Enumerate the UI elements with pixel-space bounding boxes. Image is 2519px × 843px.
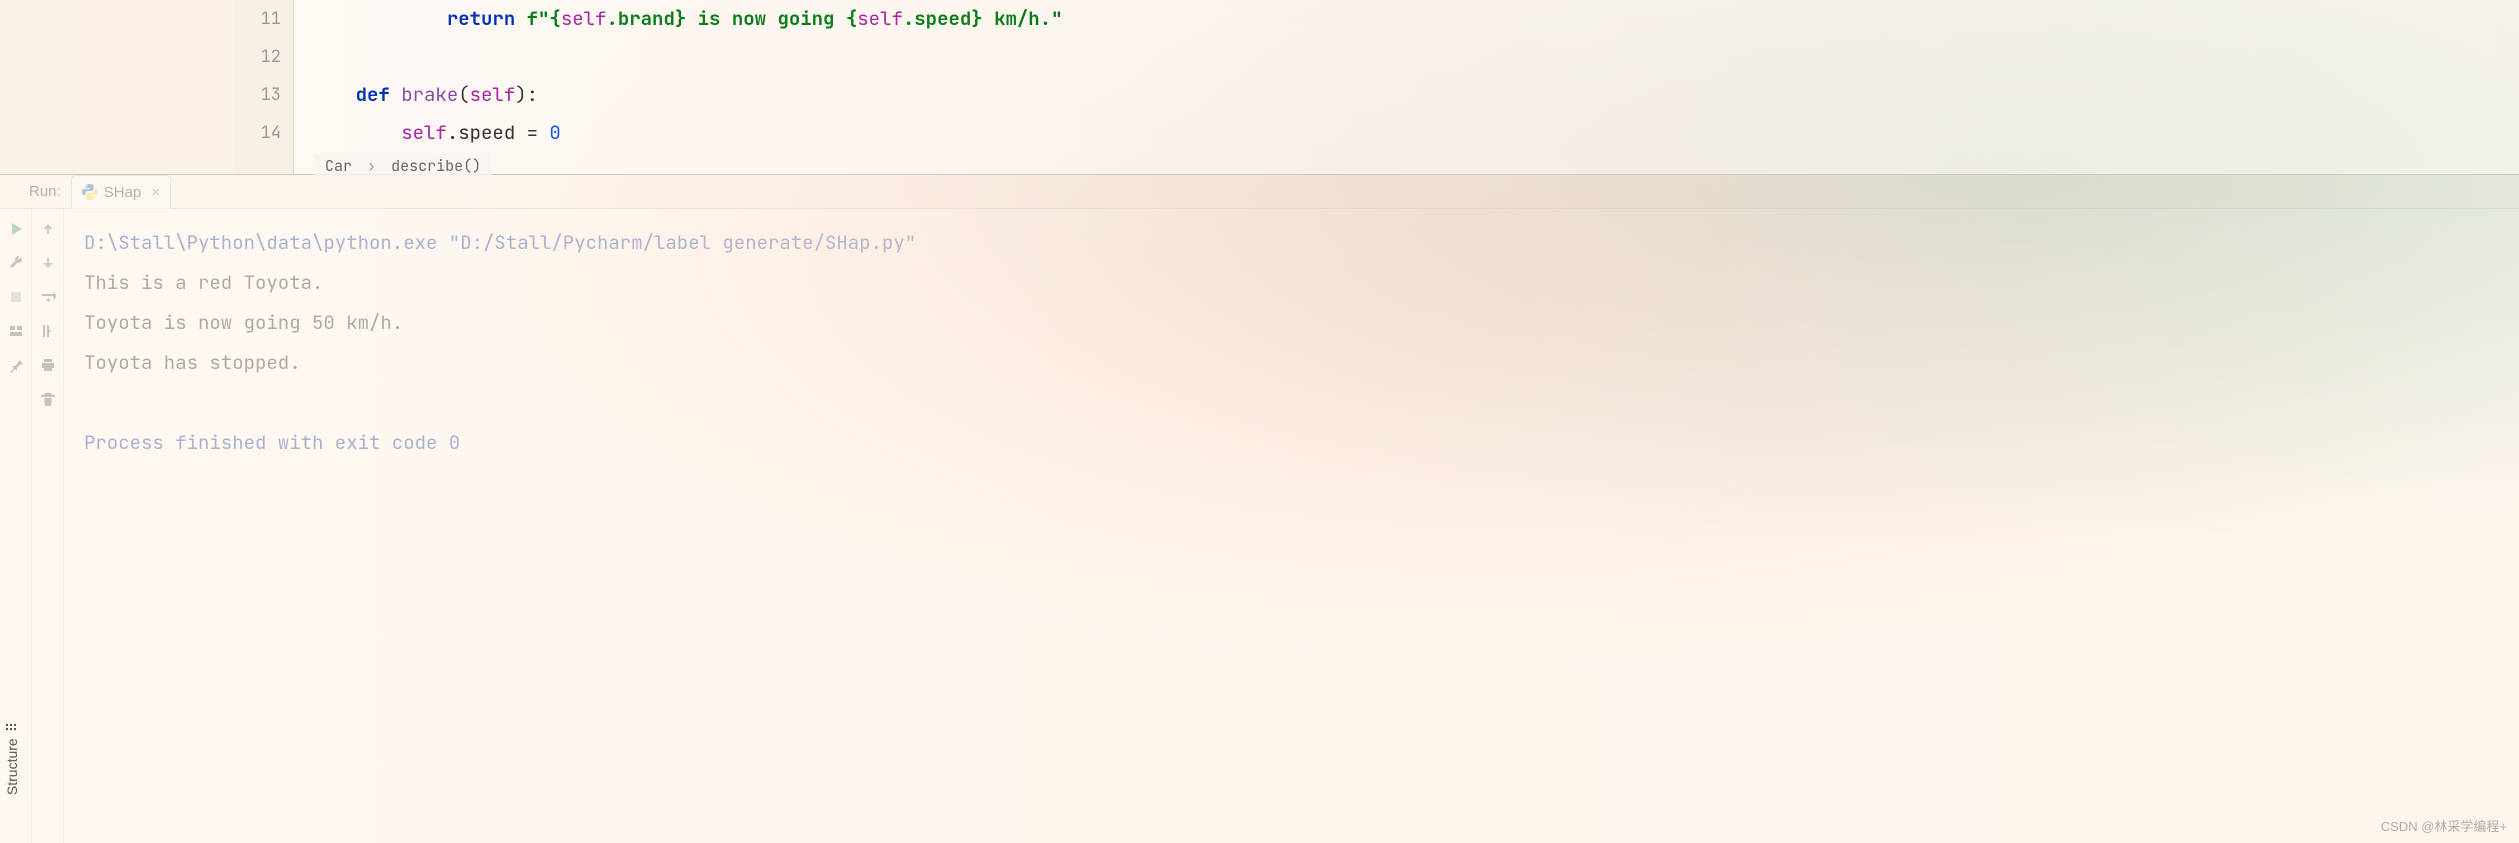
console-output[interactable]: D:\Stall\Python\data\python.exe "D:/Stal… (64, 209, 2519, 843)
console-line: Toyota has stopped. (84, 343, 2499, 383)
console-line: Toyota is now going 50 km/h. (84, 303, 2499, 343)
code-area[interactable]: return f"{self.brand} is now going {self… (294, 0, 2519, 174)
layout-icon[interactable] (6, 321, 26, 341)
rerun-button[interactable] (6, 219, 26, 239)
soft-wrap-icon[interactable] (38, 287, 58, 307)
breadcrumb-class[interactable]: Car (325, 156, 352, 176)
console-toolbar-secondary (32, 209, 64, 843)
console-blank (84, 383, 2499, 423)
up-arrow-icon[interactable] (38, 219, 58, 239)
breadcrumb-separator: › (367, 156, 376, 176)
line-number-gutter: 11 12 13 14 (234, 0, 294, 174)
run-tool-window-header: Run: SHap × (0, 175, 2519, 209)
code-editor[interactable]: 11 12 13 14 return f"{self.brand} is now… (0, 0, 2519, 175)
close-icon[interactable]: × (151, 184, 160, 201)
print-icon[interactable] (38, 355, 58, 375)
pin-icon[interactable] (6, 355, 26, 375)
breadcrumb[interactable]: Car › describe() (315, 154, 491, 178)
console-command: D:\Stall\Python\data\python.exe "D:/Stal… (84, 223, 2499, 263)
code-line[interactable] (310, 38, 2519, 76)
run-console: D:\Stall\Python\data\python.exe "D:/Stal… (0, 209, 2519, 843)
line-number: 14 (234, 114, 281, 152)
code-line[interactable]: self.speed = 0 (310, 114, 2519, 152)
run-config-tab[interactable]: SHap × (71, 175, 171, 209)
line-number: 13 (234, 76, 281, 114)
down-arrow-icon[interactable] (38, 253, 58, 273)
scroll-to-end-icon[interactable] (38, 321, 58, 341)
stop-button[interactable] (6, 287, 26, 307)
console-line: This is a red Toyota. (84, 263, 2499, 303)
code-line[interactable]: def brake(self): (310, 76, 2519, 114)
wrench-icon[interactable] (6, 253, 26, 273)
run-label: Run: (29, 183, 61, 200)
line-number: 12 (234, 38, 281, 76)
line-number: 11 (234, 0, 281, 38)
python-file-icon (82, 184, 98, 200)
watermark: CSDN @林采学编程+ (2381, 816, 2507, 835)
structure-tool-tab[interactable]: Structure ⠿ (0, 714, 24, 803)
trash-icon[interactable] (38, 389, 58, 409)
structure-label: Structure (4, 738, 20, 795)
breadcrumb-method[interactable]: describe() (391, 156, 481, 176)
run-tab-label: SHap (104, 184, 142, 201)
code-line[interactable]: return f"{self.brand} is now going {self… (310, 0, 2519, 38)
console-exit: Process finished with exit code 0 (84, 423, 2499, 463)
structure-icon: ⠿ (4, 722, 20, 732)
